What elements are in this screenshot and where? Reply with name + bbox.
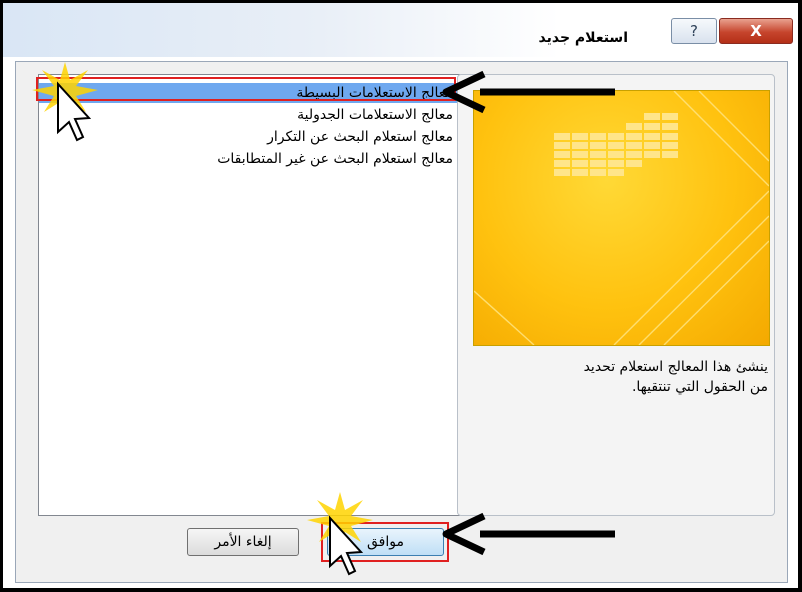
dialog-window: استعلام جديد ? X معالج الاستعلامات البسي…: [3, 3, 798, 588]
wizard-preview-image: [473, 90, 770, 346]
close-button[interactable]: X: [719, 18, 793, 44]
preview-decoration: [474, 91, 769, 345]
pointer-arrow-icon: [442, 512, 615, 556]
help-button[interactable]: ?: [671, 18, 717, 44]
close-icon: X: [750, 22, 762, 40]
dialog-title: استعلام جديد: [538, 30, 628, 46]
help-icon: ?: [690, 22, 698, 40]
title-bar: استعلام جديد ? X: [3, 3, 798, 57]
description-line-1: ينشئ هذا المعالج استعلام تحديد: [583, 359, 768, 375]
dialog-body: معالج الاستعلامات البسيطة معالج الاستعلا…: [15, 61, 788, 583]
list-item-crosstab-wizard[interactable]: معالج الاستعلامات الجدولية: [297, 105, 453, 125]
list-item-find-duplicates-wizard[interactable]: معالج استعلام البحث عن التكرار: [267, 127, 453, 147]
cursor-icon: [307, 492, 373, 576]
cancel-button[interactable]: إلغاء الأمر: [187, 528, 299, 556]
cursor-icon: [32, 62, 98, 142]
pointer-arrow-icon: [442, 70, 615, 114]
description-line-2: من الحقول التي تنتقيها.: [631, 379, 768, 395]
list-item-find-unmatched-wizard[interactable]: معالج استعلام البحث عن غير المتطابقات: [217, 149, 453, 169]
wizard-description: ينشئ هذا المعالج استعلام تحديد من الحقول…: [468, 357, 768, 397]
